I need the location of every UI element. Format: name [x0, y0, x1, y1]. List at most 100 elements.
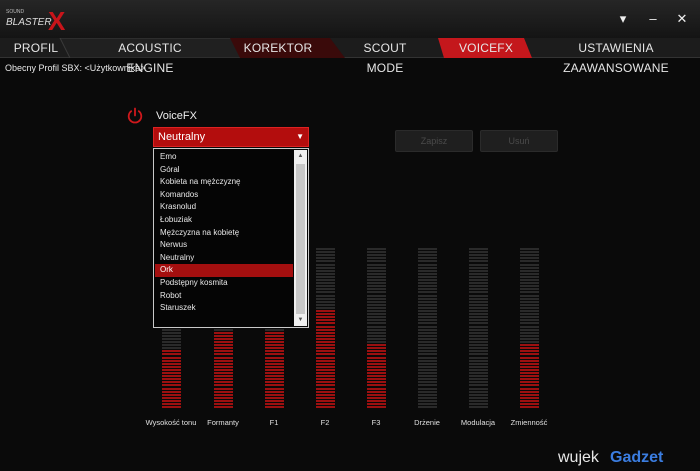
- tab-korektor[interactable]: KOREKTOR: [240, 38, 316, 58]
- meter-segment: [367, 272, 386, 275]
- meter-segment: [214, 378, 233, 381]
- watermark: wujek Gadzet: [557, 449, 664, 466]
- meter-label: Modulacja: [460, 418, 496, 427]
- tab-profil[interactable]: PROFIL: [8, 38, 64, 58]
- dropdown-option[interactable]: Łobuziak: [155, 214, 293, 227]
- meter-segment: [265, 381, 284, 384]
- meter-segment: [418, 387, 437, 390]
- dropdown-option[interactable]: Podstępny kosmita: [155, 277, 293, 290]
- meter-segment: [367, 319, 386, 322]
- meter-segment: [469, 372, 488, 374]
- meter-segment: [520, 350, 539, 353]
- level-meter: [520, 248, 539, 412]
- meter-segment: [520, 325, 539, 328]
- dropdown-option[interactable]: Komandos: [155, 189, 293, 202]
- meter-segment: [162, 399, 181, 402]
- meter-segment: [214, 347, 233, 350]
- meter-segment: [265, 365, 284, 368]
- meter-segment: [418, 350, 437, 353]
- meter-segment: [316, 294, 335, 297]
- meter-segment: [316, 372, 335, 374]
- meter-label: Zmienność: [510, 418, 548, 427]
- dropdown-option[interactable]: Mężczyzna na kobietę: [155, 227, 293, 240]
- meter-segment: [316, 399, 335, 402]
- current-profile-label: Obecny Profil SBX: <Użytkownika>: [5, 63, 146, 73]
- meter-segment: [418, 291, 437, 294]
- meter-segment: [316, 248, 335, 250]
- meter-segment: [367, 254, 386, 257]
- dropdown-option[interactable]: Emo: [155, 151, 293, 164]
- meter-segment: [265, 347, 284, 350]
- meter-segment: [469, 322, 488, 325]
- meter-segment: [316, 331, 335, 334]
- tab-acoustic-engine[interactable]: ACOUSTIC ENGINE: [96, 38, 204, 75]
- tab-ustawienia-zaawansowane[interactable]: USTAWIENIA ZAAWANSOWANE: [532, 38, 700, 75]
- menu-dropdown-icon[interactable]: ▾: [613, 9, 633, 29]
- close-icon[interactable]: ✕: [672, 9, 692, 29]
- scroll-up-icon[interactable]: ▲: [294, 150, 307, 162]
- meter-segment: [418, 316, 437, 319]
- voicefx-preset-select[interactable]: Neutralny ▼: [153, 127, 309, 147]
- meter-segment: [316, 310, 335, 312]
- scroll-down-icon[interactable]: ▼: [294, 314, 307, 326]
- meter-segment: [265, 390, 284, 393]
- dropdown-option[interactable]: Krasnolud: [155, 201, 293, 214]
- delete-button[interactable]: Usuń: [480, 130, 558, 152]
- save-button[interactable]: Zapisz: [395, 130, 473, 152]
- minimize-icon[interactable]: –: [643, 9, 663, 29]
- dropdown-option[interactable]: Robot: [155, 290, 293, 303]
- meter-segment: [367, 269, 386, 272]
- meter-segment: [316, 350, 335, 353]
- meter-segment: [316, 325, 335, 328]
- meter-segment: [520, 248, 539, 250]
- meter-segment: [418, 341, 437, 343]
- meter-segment: [162, 344, 181, 347]
- meter-segment: [520, 359, 539, 362]
- meter-segment: [367, 334, 386, 337]
- meter-segment: [214, 375, 233, 378]
- tab-voicefx[interactable]: VOICEFX: [448, 38, 524, 58]
- meter-segment: [469, 387, 488, 390]
- meter-segment: [316, 390, 335, 393]
- meter-segment: [162, 337, 181, 340]
- meter-segment: [214, 393, 233, 396]
- meter-segment: [214, 362, 233, 365]
- meter-segment: [469, 325, 488, 328]
- meter-segment: [520, 269, 539, 272]
- meter-segment: [316, 313, 335, 316]
- meter-segment: [265, 334, 284, 337]
- meter-segment: [469, 285, 488, 288]
- meter-segment: [162, 328, 181, 331]
- meter-segment: [316, 316, 335, 319]
- meter-segment: [469, 381, 488, 384]
- meter-segment: [367, 359, 386, 362]
- meter-segment: [316, 282, 335, 285]
- dropdown-option[interactable]: Góral: [155, 164, 293, 177]
- meter-segment: [469, 269, 488, 272]
- meter-segment: [520, 322, 539, 325]
- meter-segment: [162, 353, 181, 356]
- meter-segment: [265, 350, 284, 353]
- dropdown-option[interactable]: Nerwus: [155, 239, 293, 252]
- dropdown-option[interactable]: Kobieta na mężczyznę: [155, 176, 293, 189]
- meter-segment: [469, 396, 488, 399]
- tab-scout-mode[interactable]: SCOUT MODE: [345, 38, 425, 75]
- meter-segment: [469, 406, 488, 409]
- meter-segment: [418, 353, 437, 356]
- power-icon[interactable]: [126, 107, 144, 125]
- dropdown-option[interactable]: Staruszek: [155, 302, 293, 315]
- meter-segment: [367, 396, 386, 399]
- dropdown-option[interactable]: Neutralny: [155, 252, 293, 265]
- meter-segment: [367, 300, 386, 303]
- meter-segment: [418, 300, 437, 303]
- meter-segment: [469, 272, 488, 275]
- meter-segment: [469, 257, 488, 260]
- dropdown-scrollbar[interactable]: ▲ ▼: [294, 150, 307, 326]
- scrollbar-thumb[interactable]: [296, 164, 305, 314]
- dropdown-option-highlighted[interactable]: Ork: [155, 264, 293, 277]
- meter-segment: [469, 337, 488, 340]
- meter-segment: [367, 344, 386, 347]
- meter-segment: [520, 356, 539, 359]
- meter-segment: [316, 319, 335, 322]
- meter-segment: [316, 396, 335, 399]
